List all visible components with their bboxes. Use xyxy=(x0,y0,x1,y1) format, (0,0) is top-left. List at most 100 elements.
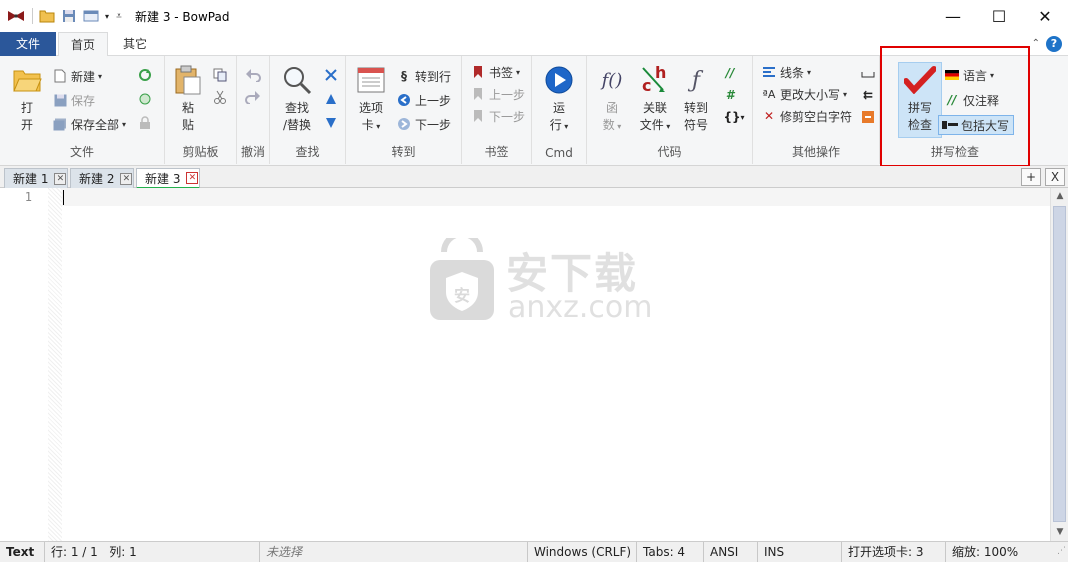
tab-list-icon xyxy=(355,64,387,96)
status-eol[interactable]: Windows (CRLF) xyxy=(528,542,637,562)
doc-tab-1[interactable]: 新建 1 ✕ xyxy=(4,168,68,188)
annotation-highlight-box xyxy=(880,46,1030,167)
save-button[interactable]: 保存 xyxy=(52,90,95,110)
scroll-thumb[interactable] xyxy=(1053,206,1066,522)
functions-button[interactable]: f() 函 数 ▾ xyxy=(595,64,629,135)
change-case-button[interactable]: ªA 更改大小写 ▾ xyxy=(761,84,847,104)
related-files-icon: ch xyxy=(639,64,671,96)
close-all-tabs-button[interactable]: X xyxy=(1045,168,1065,186)
new-button[interactable]: 新建 ▾ xyxy=(52,66,102,86)
group-file: 打 开 新建 ▾ 保存 保存全部 ▾ 文件 xyxy=(0,56,165,164)
paste-clipboard-icon xyxy=(172,64,204,96)
window-layout-icon[interactable] xyxy=(81,6,101,26)
quick-access-toolbar: ▾ ⩡ xyxy=(0,0,127,32)
tab-home[interactable]: 首页 xyxy=(58,32,108,57)
status-position: 行: 1 / 1 列: 1 xyxy=(45,542,260,562)
group-code: f() 函 数 ▾ ch 关联 文件 ▾ ƒ 转到 符号 // # {} ▾ 代码 xyxy=(587,56,753,164)
collapse-ribbon-icon[interactable]: ⌃ xyxy=(1032,38,1040,49)
status-encoding[interactable]: ANSI xyxy=(704,542,758,562)
bookmark-down-icon xyxy=(470,108,486,124)
status-zoom[interactable]: 缩放: 100% xyxy=(946,542,1052,562)
close-tab-icon[interactable]: ✕ xyxy=(186,172,199,184)
symbol-icon: ƒ xyxy=(691,67,701,93)
open-folder-icon[interactable] xyxy=(37,6,57,26)
cut-icon[interactable] xyxy=(211,88,229,106)
undo-icon[interactable] xyxy=(244,66,262,84)
close-tab-icon[interactable]: ✕ xyxy=(54,172,67,185)
group-goto: 选项 卡 ▾ § 转到行 上一步 下一步 转到 xyxy=(346,56,462,164)
status-bar: Text 行: 1 / 1 列: 1 未选择 Windows (CRLF) Ta… xyxy=(0,541,1068,562)
resize-grip-icon[interactable]: ⋰ xyxy=(1057,546,1066,556)
close-tab-icon[interactable]: ✕ xyxy=(120,172,133,185)
tab-other[interactable]: 其它 xyxy=(112,32,158,56)
reload-icon[interactable] xyxy=(136,66,154,84)
doc-tab-2[interactable]: 新建 2 ✕ xyxy=(70,168,134,188)
bookmark-icon xyxy=(470,64,486,80)
line-number: 1 xyxy=(24,190,32,204)
shield-icon: 安 xyxy=(426,231,498,322)
comment-block-icon[interactable]: # xyxy=(721,86,739,104)
open-button[interactable]: 打 开 xyxy=(10,64,44,134)
tab-arrow-icon[interactable]: ⇇ xyxy=(859,86,877,104)
comment-line-icon[interactable]: // xyxy=(721,64,739,82)
run-button[interactable]: 运 行 ▾ xyxy=(542,64,576,135)
bookmark-button[interactable]: 书签 ▾ xyxy=(470,62,520,82)
forward-arrow-icon xyxy=(396,116,412,132)
bookmark-previous-button[interactable]: 上一步 xyxy=(470,84,525,104)
goto-next-button[interactable]: 下一步 xyxy=(396,114,451,134)
tab-file[interactable]: 文件 xyxy=(0,32,56,56)
watermark: 安 安下载 anxz.com xyxy=(426,231,656,328)
find-next-icon[interactable] xyxy=(322,66,340,84)
minimize-button[interactable]: — xyxy=(930,0,976,32)
find-previous-icon[interactable] xyxy=(322,90,340,108)
line-number-gutter: 1 xyxy=(0,188,48,541)
svg-text:h: h xyxy=(655,64,666,82)
find-replace-button[interactable]: 查找 /替换 xyxy=(276,64,318,134)
group-clipboard: 粘 贴 剪贴板 xyxy=(165,56,237,164)
paste-button[interactable]: 粘 贴 xyxy=(171,64,205,134)
bookmark-next-button[interactable]: 下一步 xyxy=(470,106,525,126)
fold-margin[interactable] xyxy=(48,188,62,541)
trim-icon: ✕ xyxy=(763,109,775,123)
bowpad-window: ▾ ⩡ 新建 3 - BowPad — ☐ ✕ 文件 首页 其它 ⌃ ? 打 开 xyxy=(0,0,1068,562)
find-files-icon[interactable] xyxy=(322,114,340,132)
doc-tab-3[interactable]: 新建 3 ✕ xyxy=(136,168,200,189)
goto-previous-button[interactable]: 上一步 xyxy=(396,90,451,110)
status-lexer[interactable]: Text xyxy=(0,542,45,562)
svg-text:c: c xyxy=(642,76,651,95)
scroll-up-icon[interactable]: ▲ xyxy=(1051,188,1068,205)
case-icon: ªA xyxy=(762,87,776,101)
close-button[interactable]: ✕ xyxy=(1022,0,1068,32)
goto-symbol-button[interactable]: ƒ 转到 符号 xyxy=(679,64,713,134)
group-bookmarks: 书签 ▾ 上一步 下一步 书签 xyxy=(462,56,532,164)
lines-button[interactable]: 线条 ▾ xyxy=(761,62,811,82)
bowpad-logo-icon[interactable] xyxy=(6,6,26,26)
add-tab-button[interactable]: + xyxy=(1021,168,1041,186)
save-icon[interactable] xyxy=(59,6,79,26)
current-line-highlight xyxy=(62,188,1050,206)
maximize-button[interactable]: ☐ xyxy=(976,0,1022,32)
goto-line-button[interactable]: § 转到行 xyxy=(396,66,451,86)
chevron-down-icon[interactable]: ▾ xyxy=(103,6,111,26)
magnifier-icon xyxy=(281,64,313,96)
vertical-scrollbar[interactable]: ▲ ▼ xyxy=(1050,188,1068,541)
lock-icon[interactable] xyxy=(136,114,154,132)
convert-icon[interactable] xyxy=(859,108,877,126)
save-all-button[interactable]: 保存全部 ▾ xyxy=(52,114,126,134)
help-icon[interactable]: ? xyxy=(1046,36,1062,52)
redo-icon[interactable] xyxy=(244,88,262,106)
play-icon xyxy=(543,64,575,96)
group-find: 查找 /替换 查找 xyxy=(270,56,346,164)
options-tab-button[interactable]: 选项 卡 ▾ xyxy=(354,64,388,135)
file-sync-icon[interactable] xyxy=(136,90,154,108)
scroll-down-icon[interactable]: ▼ xyxy=(1051,524,1068,541)
braces-icon[interactable]: {} ▾ xyxy=(721,108,747,126)
customize-toolbar-icon[interactable]: ⩡ xyxy=(113,6,125,26)
related-files-button[interactable]: ch 关联 文件 ▾ xyxy=(635,64,675,135)
whitespace-icon[interactable] xyxy=(859,64,877,82)
status-mode[interactable]: INS xyxy=(758,542,842,562)
copy-icon[interactable] xyxy=(211,66,229,84)
trim-whitespace-button[interactable]: ✕ 修剪空白字符 xyxy=(761,106,852,126)
goto-line-icon: § xyxy=(401,69,407,83)
status-tabs[interactable]: Tabs: 4 xyxy=(637,542,704,562)
